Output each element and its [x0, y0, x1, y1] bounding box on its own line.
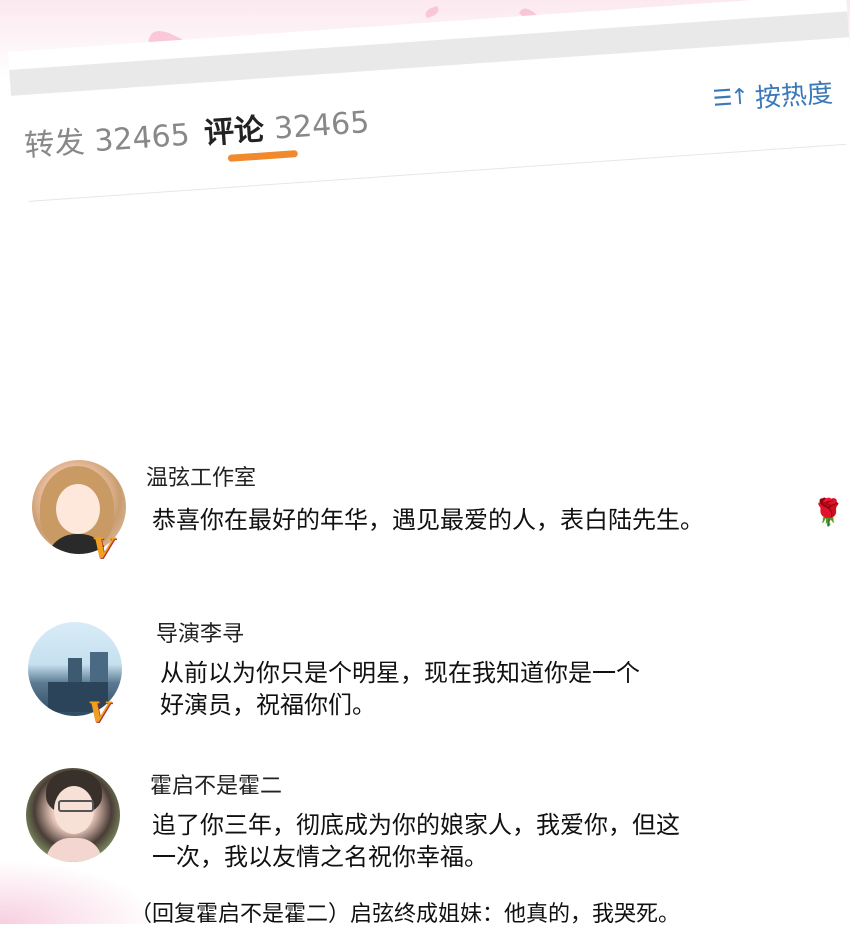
comment-username[interactable]: 霍启不是霍二: [150, 768, 282, 800]
avatar-glasses: [58, 800, 94, 812]
rose-icon: 🌹: [812, 498, 845, 528]
tab-repost-count: 32465: [93, 117, 191, 160]
verified-badge: V: [92, 532, 114, 565]
comment-text: 恭喜你在最好的年华，遇见最爱的人，表白陆先生。: [152, 506, 704, 534]
comment-text-line-2: 一次，我以友情之名祝你幸福。: [152, 843, 488, 871]
verified-badge: V: [88, 696, 110, 729]
tab-comments-count: 32465: [272, 105, 371, 147]
tab-repost[interactable]: 转发 32465: [23, 110, 191, 165]
comment-text-line-2: 好演员，祝福你们。: [160, 691, 376, 719]
petal-decoration: [424, 5, 440, 19]
tab-comments-label: 评论: [202, 112, 266, 152]
sort-descending-icon: ☰↑: [711, 84, 748, 112]
avatar-shirt: [46, 838, 102, 862]
tab-repost-label: 转发: [23, 124, 86, 165]
sort-by-hot-button[interactable]: ☰↑ 按热度: [712, 73, 834, 118]
tab-comments[interactable]: 评论 32465: [202, 97, 370, 152]
comment-username[interactable]: 导演李寻: [156, 616, 244, 648]
comment-text-line-1: 从前以为你只是个明星，现在我知道你是一个: [160, 659, 640, 687]
comment-text-line-1: 追了你三年，彻底成为你的娘家人，我爱你，但这: [152, 811, 680, 839]
active-tab-indicator: [227, 150, 299, 162]
sort-label: 按热度: [754, 78, 834, 114]
comment-username[interactable]: 温弦工作室: [146, 460, 256, 492]
reply-text: （回复霍启不是霍二）启弦终成姐妹：他真的，我哭死。: [130, 902, 681, 927]
avatar[interactable]: [26, 768, 120, 862]
avatar-face: [56, 484, 100, 534]
